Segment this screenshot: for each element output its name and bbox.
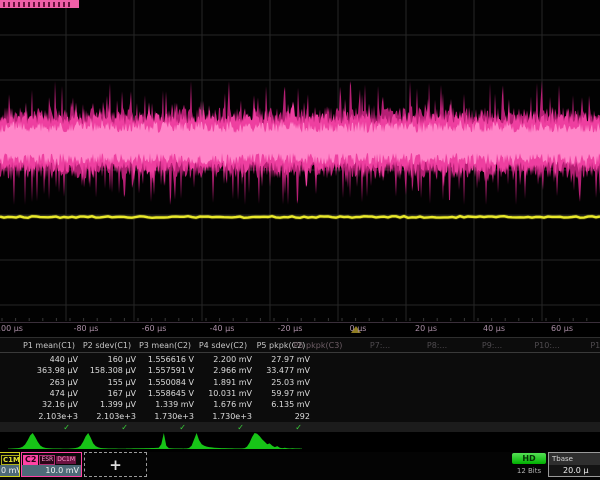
measure-cell: 440 µV xyxy=(20,355,78,364)
param-header-dim[interactable]: P7:... xyxy=(370,341,390,350)
c2-scale-value: 10.0 mV xyxy=(22,465,81,476)
measure-cell: 6.135 mV xyxy=(252,400,310,409)
header-divider xyxy=(0,352,600,353)
hd-bits-label: 12 Bits xyxy=(505,467,553,475)
measure-cell: 363.98 µV xyxy=(20,366,78,375)
channel1-descriptor[interactable]: C1M 0 mV xyxy=(0,452,20,477)
measure-cell: 1.399 µV xyxy=(78,400,136,409)
oscilloscope-screen: -100 µs -80 µs -60 µs -40 µs -20 µs 0 µs 20 µs… xyxy=(0,0,600,480)
param-header-dim[interactable]: P10:... xyxy=(534,341,559,350)
status-check: ✓ xyxy=(70,423,128,432)
measure-cell: 25.03 mV xyxy=(252,378,310,387)
param-header-dim[interactable]: P9:... xyxy=(482,341,502,350)
histicon-p2[interactable] xyxy=(68,432,126,450)
c2-channel-badge: C2 xyxy=(23,455,38,465)
histicon-row xyxy=(0,432,600,452)
measure-cell: 1.676 mV xyxy=(194,400,252,409)
measure-cell: 33.477 mV xyxy=(252,366,310,375)
measure-cell: 2.103e+3 xyxy=(78,412,136,421)
measure-cell: 1.558645 V xyxy=(136,389,194,398)
tbase-scale-value: 20.0 µ xyxy=(549,465,600,476)
measure-cell: 1.891 mV xyxy=(194,378,252,387)
measure-cell: 10.031 mV xyxy=(194,389,252,398)
x-axis-label: -20 µs xyxy=(278,324,303,333)
tbase-label: Tbase xyxy=(549,453,600,465)
measure-cell: 1.550084 V xyxy=(136,378,194,387)
x-axis-label: 0 µs xyxy=(350,324,367,333)
status-check: ✓ xyxy=(12,423,70,432)
add-trace-box[interactable]: + xyxy=(84,452,147,477)
x-axis: -100 µs -80 µs -60 µs -40 µs -20 µs 0 µs 20 µs… xyxy=(0,322,600,336)
histicon-shape xyxy=(242,433,300,449)
c1-scale-value: 0 mV xyxy=(0,465,19,476)
histicon-shape xyxy=(10,433,68,449)
measure-cell: 27.97 mV xyxy=(252,355,310,364)
measure-cell: 167 µV xyxy=(78,389,136,398)
annotation-badge xyxy=(0,0,79,8)
measure-table: ✓✓✓✓✓ P1 mean(C1)P2 sdev(C1)P3 mean(C2)P… xyxy=(0,337,600,433)
timebase-descriptor[interactable]: Tbase 20.0 µ xyxy=(548,452,600,477)
histicon-shape xyxy=(184,433,242,449)
measure-cell: 155 µV xyxy=(78,378,136,387)
x-axis-label: -100 µs xyxy=(0,324,23,333)
plus-icon: + xyxy=(109,456,122,474)
coupling-badge: DC1M xyxy=(56,456,76,464)
measure-cell: 292 xyxy=(252,412,310,421)
histicon-p4[interactable] xyxy=(184,432,242,450)
x-axis-label: 40 µs xyxy=(483,324,505,333)
esr-badge: ESR xyxy=(39,455,55,465)
histicon-p1[interactable] xyxy=(10,432,68,450)
measure-cell: 1.730e+3 xyxy=(194,412,252,421)
waveform-canvas xyxy=(0,0,600,322)
hd-badge[interactable]: HD xyxy=(512,453,546,464)
status-check: ✓ xyxy=(128,423,186,432)
histicon-p5[interactable] xyxy=(242,432,300,450)
measure-cell: 1.339 mV xyxy=(136,400,194,409)
annotation-text-fragment xyxy=(3,2,73,7)
c1-coupling-badge: C1M xyxy=(1,455,20,465)
status-check: ✓ xyxy=(186,423,244,432)
measure-cell: 32.16 µV xyxy=(20,400,78,409)
measure-cell: 263 µV xyxy=(20,378,78,387)
measure-cell: 1.730e+3 xyxy=(136,412,194,421)
measure-cell: 158.308 µV xyxy=(78,366,136,375)
measure-cell: 2.966 mV xyxy=(194,366,252,375)
x-axis-label: -60 µs xyxy=(142,324,167,333)
measure-cell: 2.200 mV xyxy=(194,355,252,364)
measure-cell: 1.556616 V xyxy=(136,355,194,364)
param-header-dim[interactable]: P6 pkpk(C3) xyxy=(294,341,343,350)
status-check: ✓ xyxy=(244,423,302,432)
x-axis-label: 60 µs xyxy=(551,324,573,333)
measure-cell: 59.97 mV xyxy=(252,389,310,398)
histicon-shape xyxy=(126,433,184,449)
measure-cell: 160 µV xyxy=(78,355,136,364)
x-axis-label: 20 µs xyxy=(415,324,437,333)
param-header-dim[interactable]: P8:... xyxy=(427,341,447,350)
bottom-bar: C1M 0 mV C2 ESR DC1M 10.0 mV + HD 12 Bit… xyxy=(0,452,600,480)
measure-cell: 474 µV xyxy=(20,389,78,398)
waveform-grid xyxy=(0,0,600,323)
histicon-p3[interactable] xyxy=(126,432,184,450)
measure-cell: 2.103e+3 xyxy=(20,412,78,421)
x-axis-label: -40 µs xyxy=(210,324,235,333)
measure-cell: 1.557591 V xyxy=(136,366,194,375)
param-header-dim[interactable]: P11:... xyxy=(590,341,600,350)
histicon-shape xyxy=(68,433,126,449)
channel2-descriptor[interactable]: C2 ESR DC1M 10.0 mV xyxy=(21,452,82,477)
x-axis-label: -80 µs xyxy=(74,324,99,333)
